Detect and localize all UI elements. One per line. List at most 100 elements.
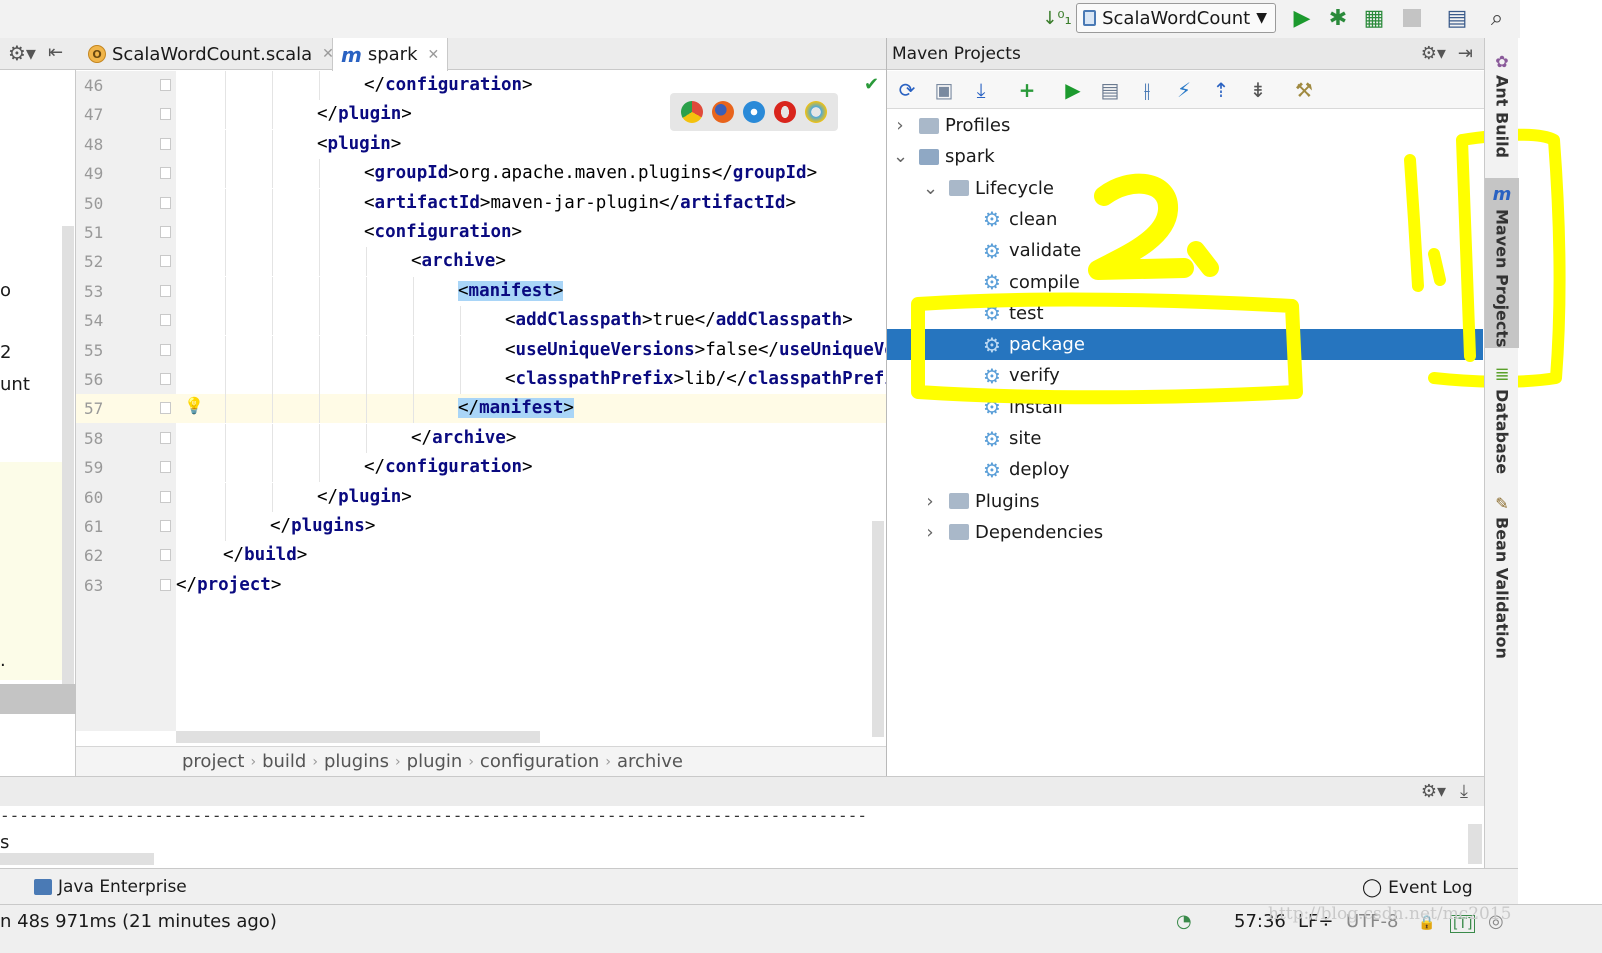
breadcrumb-item[interactable]: plugin [401, 751, 469, 772]
fold-marker-icon[interactable] [160, 578, 171, 591]
fold-marker-icon[interactable] [160, 196, 171, 209]
breadcrumb-item[interactable]: plugins [318, 751, 395, 772]
gear-icon[interactable]: ⚙▾ [1421, 781, 1446, 802]
firefox-icon[interactable] [711, 101, 734, 123]
breadcrumb-item[interactable]: build [256, 751, 312, 772]
tab-event-log[interactable]: ◯ Event Log [1362, 877, 1473, 898]
run-goal-icon[interactable]: ▶ [1060, 77, 1086, 103]
generate-sources-icon[interactable]: ▣ [931, 77, 957, 103]
chevron-down-icon[interactable]: ⌄ [893, 146, 908, 167]
chevron-right-icon[interactable]: › [923, 491, 937, 512]
code-line[interactable]: 58 </archive> [76, 423, 886, 453]
search-icon[interactable]: ⌕ [1484, 5, 1510, 31]
hide-panel-icon[interactable]: ⇥ [1458, 43, 1473, 64]
toggle-offline-icon[interactable]: ⫲ [1134, 77, 1160, 103]
safari-icon[interactable] [742, 101, 765, 123]
fold-marker-icon[interactable] [160, 373, 171, 385]
chrome-icon[interactable] [680, 101, 703, 123]
fold-marker-icon[interactable] [160, 314, 171, 327]
fold-marker-icon[interactable] [160, 137, 171, 150]
code-line[interactable]: 53 <manifest> [76, 276, 886, 306]
tree-item-plugins[interactable]: › Plugins [887, 486, 1483, 517]
opera-icon[interactable] [774, 101, 797, 123]
tree-item-dependencies[interactable]: › Dependencies [887, 517, 1483, 548]
debug-icon[interactable]: ✱ [1326, 5, 1350, 31]
collapse-all-icon[interactable]: ⇟ [1245, 77, 1271, 103]
memory-indicator-icon[interactable]: ◔ [1176, 911, 1192, 932]
fold-marker-icon[interactable] [160, 255, 171, 268]
scrollbar-vertical[interactable] [872, 521, 884, 737]
hide-panel-icon[interactable]: ⤓ [1460, 781, 1468, 802]
breadcrumb-item[interactable]: configuration [474, 751, 605, 772]
scrollbar-horizontal[interactable] [0, 684, 76, 714]
tree-item-validate[interactable]: ⚙ validate [887, 235, 1483, 266]
tab-database[interactable]: ≣ Database [1485, 364, 1519, 474]
tab-java-enterprise[interactable]: Java Enterprise [34, 877, 187, 897]
scrollbar-horizontal[interactable] [0, 853, 154, 865]
fold-marker-icon[interactable] [160, 461, 171, 474]
code-line[interactable]: 52 <archive> [76, 247, 886, 277]
chevron-down-icon[interactable]: ⌄ [923, 178, 938, 199]
fold-marker-icon[interactable] [160, 549, 171, 562]
run-icon[interactable]: ▶ [1290, 5, 1314, 31]
scrollbar-vertical[interactable] [1468, 824, 1482, 864]
add-icon[interactable]: + [1014, 77, 1040, 103]
tab-scalawordcount[interactable]: O ScalaWordCount.scala ✕ [80, 38, 342, 70]
close-icon[interactable]: ✕ [428, 47, 440, 63]
code-line[interactable]: 54 <addClasspath>true</addClasspath> [76, 306, 886, 336]
skip-tests-icon[interactable]: ⚡ [1171, 77, 1197, 103]
chevron-right-icon[interactable]: › [923, 522, 937, 543]
run-configuration-selector[interactable]: ScalaWordCount ▼ [1076, 3, 1276, 33]
tab-spark[interactable]: m spark ✕ [332, 38, 449, 71]
tree-item-spark[interactable]: ⌄ spark [887, 141, 1483, 172]
fold-marker-icon[interactable] [160, 520, 171, 532]
fold-marker-icon[interactable] [160, 402, 171, 415]
code-line[interactable]: 48 <plugin> [76, 129, 886, 159]
tree-item-deploy[interactable]: ⚙ deploy [887, 454, 1483, 485]
code-line[interactable]: 51 <configuration> [76, 218, 886, 247]
scrollbar-horizontal[interactable] [176, 731, 540, 743]
chevron-right-icon[interactable]: › [893, 115, 907, 136]
breadcrumb-item[interactable]: project [176, 751, 250, 772]
tab-ant-build[interactable]: ✿ Ant Build [1485, 52, 1519, 158]
code-line[interactable]: 59 </configuration> [76, 453, 886, 483]
fold-marker-icon[interactable] [160, 79, 171, 91]
intention-bulb-icon[interactable]: 💡 [184, 396, 204, 415]
code-line[interactable]: 62 </build> [76, 541, 886, 570]
tree-item-test[interactable]: ⚙ test [887, 298, 1483, 329]
code-line[interactable]: 50 <artifactId>maven-jar-plugin</artifact… [76, 188, 886, 218]
gear-icon[interactable]: ⚙▾ [8, 41, 36, 65]
tree-item-install[interactable]: ⚙ install [887, 392, 1483, 423]
fold-marker-icon[interactable] [160, 343, 171, 356]
expand-all-icon[interactable]: ⇡ [1208, 77, 1234, 103]
sort-icon[interactable]: ↓⁰₁ [1042, 5, 1072, 31]
fold-marker-icon[interactable] [160, 226, 171, 238]
breadcrumb-item[interactable]: archive [611, 751, 689, 772]
stop-icon[interactable] [1402, 5, 1422, 31]
download-icon[interactable]: ⤓ [968, 77, 994, 103]
coverage-icon[interactable]: ▦ [1362, 5, 1386, 31]
run-config-icon[interactable]: ▤ [1097, 77, 1123, 103]
collapse-icon[interactable]: ⇤ [48, 42, 63, 63]
tree-item-site[interactable]: ⚙ site [887, 423, 1483, 454]
gear-icon[interactable]: ⚙▾ [1421, 43, 1446, 64]
code-line[interactable]: 56 <classpathPrefix>lib/</classpathPrefix… [76, 365, 886, 394]
project-structure-icon[interactable]: ▤ [1444, 5, 1470, 31]
tree-item-lifecycle[interactable]: ⌄ Lifecycle [887, 173, 1483, 204]
tab-bean-validation[interactable]: ✎ Bean Validation [1485, 494, 1519, 659]
code-line[interactable]: 63 </project> [76, 571, 886, 600]
code-line[interactable]: 60 </plugin> [76, 482, 886, 512]
reimport-icon[interactable]: ⟳ [894, 77, 920, 103]
code-line[interactable]: 57 💡 </manifest> [76, 394, 886, 424]
scrollbar[interactable] [62, 226, 74, 714]
fold-marker-icon[interactable] [160, 284, 171, 297]
fold-marker-icon[interactable] [160, 108, 171, 121]
tab-maven-projects[interactable]: m Maven Projects [1485, 178, 1519, 348]
code-editor[interactable]: 46 </configuration> 47 </plugin> 48 <plugin> 4… [76, 71, 886, 731]
fold-marker-icon[interactable] [160, 490, 171, 503]
tree-item-verify[interactable]: ⚙ verify [887, 360, 1483, 391]
fold-marker-icon[interactable] [160, 167, 171, 180]
fold-marker-icon[interactable] [160, 431, 171, 444]
code-line[interactable]: 49 <groupId>org.apache.maven.plugins</gro… [76, 159, 886, 189]
ie-icon[interactable] [805, 101, 828, 123]
